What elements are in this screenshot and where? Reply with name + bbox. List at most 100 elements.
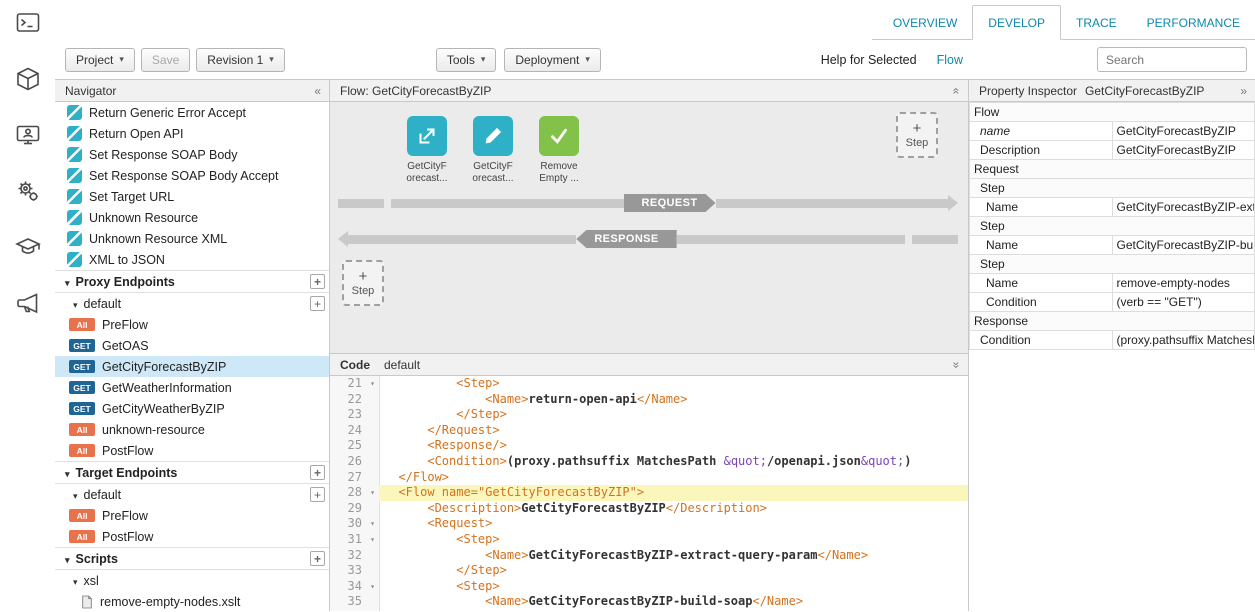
navigator-policy-item[interactable]: XML to JSON: [55, 249, 329, 270]
collapse-left-icon[interactable]: «: [312, 84, 323, 98]
tab-develop[interactable]: DEVELOP: [972, 5, 1061, 40]
code-fold-icon[interactable]: ▾: [366, 532, 379, 548]
megaphone-icon[interactable]: [15, 290, 41, 316]
add-button[interactable]: [310, 296, 325, 311]
inspector-section-row[interactable]: Step: [970, 179, 1255, 198]
inspector-property-value[interactable]: (verb == "GET"): [1112, 293, 1255, 312]
save-button[interactable]: Save: [141, 48, 190, 72]
project-menu-button[interactable]: Project: [65, 48, 135, 72]
add-button[interactable]: [310, 274, 325, 289]
inspector-property-value[interactable]: GetCityForecastByZIP: [1112, 122, 1255, 141]
navigator-policy-item[interactable]: Set Target URL: [55, 186, 329, 207]
add-button[interactable]: [310, 487, 325, 502]
navigator-policy-item[interactable]: Unknown Resource: [55, 207, 329, 228]
navigator-file-item[interactable]: remove-empty-nodes.xslt: [55, 591, 329, 611]
code-fold-icon[interactable]: [366, 501, 379, 517]
inspector-property-row[interactable]: Condition(verb == "GET"): [970, 293, 1255, 312]
code-line[interactable]: 26 <Condition>(proxy.pathsuffix MatchesP…: [330, 454, 968, 470]
tab-trace[interactable]: TRACE: [1061, 6, 1132, 39]
inspector-property-value[interactable]: remove-empty-nodes: [1112, 274, 1255, 293]
navigator-policy-item[interactable]: Return Generic Error Accept: [55, 102, 329, 123]
navigator-policy-item[interactable]: Unknown Resource XML: [55, 228, 329, 249]
settings-gears-icon[interactable]: [15, 178, 41, 204]
collapse-right-icon[interactable]: »: [1238, 84, 1249, 98]
code-fold-icon[interactable]: ▾: [366, 579, 379, 595]
navigator-subsection[interactable]: default: [55, 483, 329, 505]
graduation-cap-icon[interactable]: [15, 234, 41, 260]
code-line[interactable]: 22 <Name>return-open-api</Name>: [330, 392, 968, 408]
inspector-property-value[interactable]: GetCityForecastByZIP-build-soap: [1112, 236, 1255, 255]
navigator-flow-item[interactable]: All PreFlow: [55, 505, 329, 526]
inspector-section-row[interactable]: Step: [970, 217, 1255, 236]
code-line[interactable]: 23 </Step>: [330, 407, 968, 423]
navigator-subsection[interactable]: xsl: [55, 569, 329, 591]
add-button[interactable]: [310, 465, 325, 480]
code-fold-icon[interactable]: [366, 563, 379, 579]
code-line[interactable]: 35 <Name>GetCityForecastByZIP-build-soap…: [330, 594, 968, 610]
code-fold-icon[interactable]: [366, 470, 379, 486]
navigator-policy-item[interactable]: Return Open API: [55, 123, 329, 144]
code-line[interactable]: 34 ▾ <Step>: [330, 579, 968, 595]
navigator-flow-item[interactable]: GET GetOAS: [55, 335, 329, 356]
add-step-button-top[interactable]: Step: [896, 112, 938, 158]
navigator-flow-item[interactable]: GET GetCityForecastByZIP: [55, 356, 329, 377]
code-line[interactable]: 21 ▾ <Step>: [330, 376, 968, 392]
code-line[interactable]: 27 </Flow>: [330, 470, 968, 486]
navigator-section[interactable]: Scripts: [55, 547, 329, 569]
inspector-property-value[interactable]: GetCityForecastByZIP-extract-query-param: [1112, 198, 1255, 217]
tab-performance[interactable]: PERFORMANCE: [1132, 6, 1255, 39]
navigator-flow-item[interactable]: GET GetCityWeatherByZIP: [55, 398, 329, 419]
code-line[interactable]: 24 </Request>: [330, 423, 968, 439]
navigator-flow-item[interactable]: All PreFlow: [55, 314, 329, 335]
help-flow-link[interactable]: Flow: [937, 53, 963, 67]
flow-policy[interactable]: GetCityForecast...: [466, 116, 520, 185]
inspector-section-row[interactable]: Response: [970, 312, 1255, 331]
api-package-icon[interactable]: [15, 66, 41, 92]
code-line[interactable]: 30 ▾ <Request>: [330, 516, 968, 532]
code-fold-icon[interactable]: [366, 407, 379, 423]
code-line[interactable]: 33 </Step>: [330, 563, 968, 579]
search-input[interactable]: [1097, 47, 1247, 72]
navigator-policy-item[interactable]: Set Response SOAP Body Accept: [55, 165, 329, 186]
code-fold-icon[interactable]: [366, 454, 379, 470]
code-fold-icon[interactable]: [366, 548, 379, 564]
terminal-icon[interactable]: [15, 10, 41, 36]
code-line[interactable]: 28 ▾ <Flow name="GetCityForecastByZIP">: [330, 485, 968, 501]
code-fold-icon[interactable]: [366, 438, 379, 454]
navigator-policy-item[interactable]: Set Response SOAP Body: [55, 144, 329, 165]
inspector-property-row[interactable]: DescriptionGetCityForecastByZIP: [970, 141, 1255, 160]
code-line[interactable]: 31 ▾ <Step>: [330, 532, 968, 548]
inspector-property-row[interactable]: NameGetCityForecastByZIP-extract-query-p…: [970, 198, 1255, 217]
code-fold-icon[interactable]: [366, 392, 379, 408]
flow-policy[interactable]: GetCityForecast...: [400, 116, 454, 185]
add-button[interactable]: [310, 551, 325, 566]
navigator-subsection[interactable]: default: [55, 292, 329, 314]
code-fold-icon[interactable]: ▾: [366, 516, 379, 532]
inspector-property-row[interactable]: Condition(proxy.pathsuffix MatchesPath "…: [970, 331, 1255, 350]
navigator-section[interactable]: Target Endpoints: [55, 461, 329, 483]
code-line[interactable]: 32 <Name>GetCityForecastByZIP-extract-qu…: [330, 548, 968, 564]
navigator-flow-item[interactable]: GET GetWeatherInformation: [55, 377, 329, 398]
flow-policy[interactable]: RemoveEmpty ...: [532, 116, 586, 185]
collapse-down-icon[interactable]: »: [950, 359, 964, 370]
inspector-section-row[interactable]: Step: [970, 255, 1255, 274]
tools-menu-button[interactable]: Tools: [436, 48, 497, 72]
navigator-section[interactable]: Proxy Endpoints: [55, 270, 329, 292]
add-step-button-bottom[interactable]: Step: [342, 260, 384, 306]
navigator-flow-item[interactable]: All unknown-resource: [55, 419, 329, 440]
inspector-section-row[interactable]: Flow: [970, 103, 1255, 122]
dev-portal-icon[interactable]: [15, 122, 41, 148]
inspector-property-value[interactable]: GetCityForecastByZIP: [1112, 141, 1255, 160]
code-line[interactable]: 29 <Description>GetCityForecastByZIP</De…: [330, 501, 968, 517]
inspector-section-row[interactable]: Request: [970, 160, 1255, 179]
revision-menu-button[interactable]: Revision 1: [196, 48, 285, 72]
deployment-menu-button[interactable]: Deployment: [504, 48, 601, 72]
code-fold-icon[interactable]: [366, 423, 379, 439]
inspector-property-row[interactable]: NameGetCityForecastByZIP-build-soap: [970, 236, 1255, 255]
collapse-up-icon[interactable]: «: [950, 85, 964, 96]
code-line[interactable]: 25 <Response/>: [330, 438, 968, 454]
code-fold-icon[interactable]: [366, 594, 379, 610]
code-fold-icon[interactable]: ▾: [366, 485, 379, 501]
code-editor[interactable]: 21 ▾ <Step> 22 <Name>return-open-api</Na…: [330, 376, 968, 611]
navigator-flow-item[interactable]: All PostFlow: [55, 526, 329, 547]
